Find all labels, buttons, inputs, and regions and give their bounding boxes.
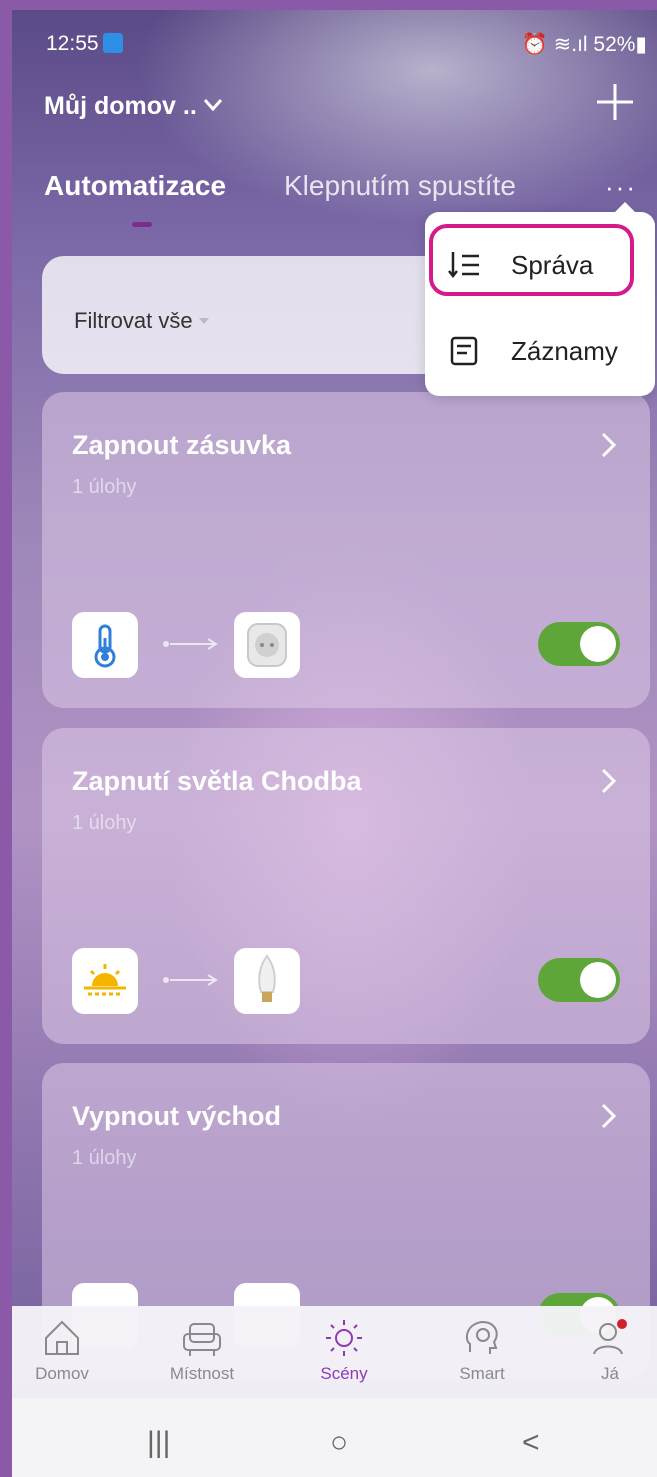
chevron-down-icon	[203, 96, 223, 117]
notification-icon	[102, 33, 123, 53]
system-nav-bar: ||| ○ <	[12, 1398, 657, 1477]
sun-icon	[326, 1320, 362, 1356]
caret-down-icon	[198, 318, 209, 324]
more-options-button[interactable]: ···	[605, 174, 637, 200]
menu-item-label: Záznamy	[511, 336, 618, 366]
sunrise-icon	[72, 948, 138, 1014]
menu-item-label: Správa	[511, 250, 594, 280]
recents-button[interactable]: |||	[147, 1426, 170, 1460]
automation-tasks: 1 úlohy	[72, 812, 137, 834]
nav-item-sceny[interactable]: Scény	[294, 1316, 394, 1384]
log-icon	[447, 334, 481, 368]
options-menu: Správa Záznamy	[425, 202, 655, 396]
sort-icon	[447, 248, 481, 282]
automation-card[interactable]: Zapnout zásuvka 1 úlohy	[42, 392, 650, 708]
tab-active-indicator	[132, 222, 152, 227]
filter-dropdown[interactable]: Filtrovat vše	[74, 308, 209, 334]
home-button[interactable]: ○	[330, 1426, 348, 1460]
bulb-icon	[234, 948, 300, 1014]
brain-icon	[465, 1320, 498, 1354]
house-icon	[45, 1320, 79, 1355]
automation-title: Zapnout zásuvka	[72, 430, 292, 460]
menu-item-zaznamy[interactable]: Záznamy	[425, 316, 655, 386]
toggle-knob	[580, 962, 616, 998]
nav-item-mistnost[interactable]: Místnost	[152, 1316, 252, 1384]
nav-item-smart[interactable]: Smart	[432, 1316, 532, 1384]
menu-item-sprava[interactable]: Správa	[425, 230, 655, 300]
home-selector[interactable]: Můj domov ..	[44, 92, 223, 121]
armchair-icon	[183, 1323, 221, 1356]
chevron-right-icon	[598, 430, 620, 460]
plus-icon[interactable]	[595, 82, 635, 122]
toggle-knob	[580, 626, 616, 662]
automation-title: Vypnout východ	[72, 1101, 282, 1131]
bottom-nav: Domov Místnost Scény Smart Já	[12, 1306, 657, 1398]
home-title: Můj domov ..	[44, 92, 197, 120]
automation-card[interactable]: Zapnutí světla Chodba 1 úlohy	[42, 728, 650, 1044]
chevron-right-icon	[598, 1101, 620, 1131]
arrow-right-icon	[162, 636, 222, 652]
tab-automatizace[interactable]: Automatizace	[44, 170, 226, 202]
status-bar: 12:55 ⏰ ≋.ıl 52%▮	[12, 32, 657, 62]
automation-toggle[interactable]	[538, 958, 620, 1002]
chevron-right-icon	[598, 766, 620, 796]
user-icon	[593, 1319, 627, 1355]
automation-title: Zapnutí světla Chodba	[72, 766, 362, 796]
status-time: 12:55	[46, 32, 123, 56]
back-button[interactable]: <	[522, 1426, 540, 1460]
automation-toggle[interactable]	[538, 622, 620, 666]
status-indicators: ⏰ ≋.ıl 52%▮	[521, 33, 647, 56]
tab-klepnutim[interactable]: Klepnutím spustíte	[284, 170, 516, 202]
thermometer-icon	[72, 612, 138, 678]
nav-item-ja[interactable]: Já	[560, 1316, 657, 1384]
phone-screen: 12:55 ⏰ ≋.ıl 52%▮ Můj domov .. Automatiz…	[12, 10, 657, 1477]
smart-plug-icon	[234, 612, 300, 678]
nav-item-domov[interactable]: Domov	[12, 1316, 112, 1384]
arrow-right-icon	[162, 972, 222, 988]
automation-tasks: 1 úlohy	[72, 476, 137, 498]
automation-tasks: 1 úlohy	[72, 1147, 137, 1169]
